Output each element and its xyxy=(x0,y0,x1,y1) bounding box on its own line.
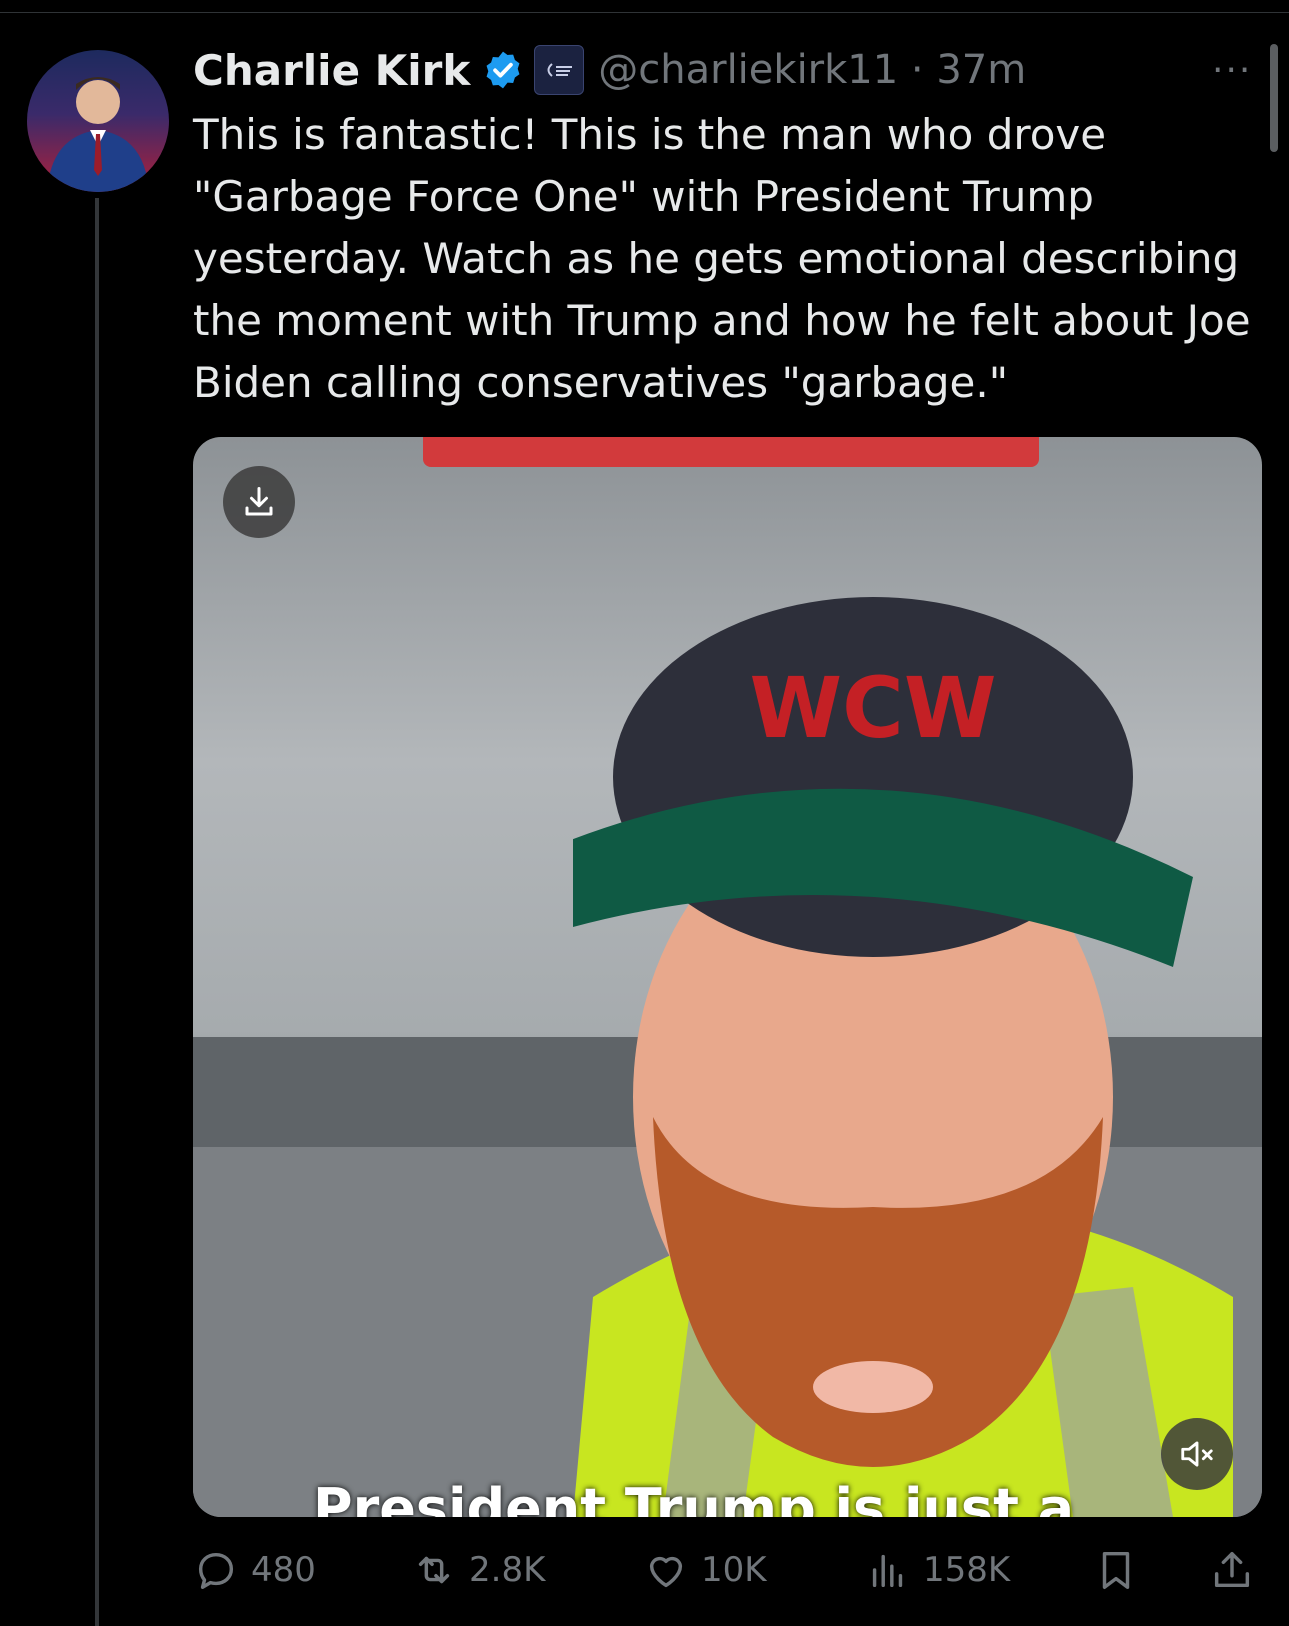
more-options-icon[interactable]: ··· xyxy=(1212,50,1252,91)
bookmark-icon xyxy=(1102,1551,1130,1589)
share-button[interactable] xyxy=(1209,1540,1267,1600)
top-divider xyxy=(0,12,1289,13)
handle-and-time[interactable]: @charliekirk11 · 37m xyxy=(598,47,1026,93)
video-caption: President Trump is just a xyxy=(313,1477,1075,1517)
hat-logo: WCW xyxy=(750,659,997,757)
tweet-header: Charlie Kirk @charliekirk11 · 37m xyxy=(193,40,1026,100)
bookmark-button[interactable] xyxy=(1093,1540,1151,1600)
like-count: 10K xyxy=(701,1550,767,1590)
reply-button[interactable]: 480 xyxy=(193,1540,316,1600)
scrollbar[interactable] xyxy=(1270,44,1278,152)
views-count: 158K xyxy=(923,1550,1011,1590)
video-player[interactable]: WCW President Trump is just a xyxy=(193,437,1262,1517)
affiliation-badge-icon[interactable] xyxy=(534,45,585,95)
views-chart-icon xyxy=(872,1554,903,1588)
download-button[interactable] xyxy=(223,466,295,538)
mute-toggle-button[interactable] xyxy=(1161,1418,1233,1490)
affiliation-logo-icon xyxy=(547,63,573,77)
thread-line xyxy=(95,198,99,1626)
video-top-banner xyxy=(423,437,1039,467)
tweet-actions: 480 2.8K 10K 158K xyxy=(193,1540,1268,1600)
avatar[interactable] xyxy=(27,50,169,192)
tweet-text: This is fantastic! This is the man who d… xyxy=(193,110,1251,407)
avatar-photo xyxy=(47,77,149,192)
download-icon xyxy=(245,487,273,516)
repost-count: 2.8K xyxy=(469,1550,546,1590)
like-button[interactable]: 10K xyxy=(643,1540,767,1600)
muted-speaker-icon xyxy=(1181,1441,1213,1467)
repost-icon xyxy=(418,1556,450,1584)
reply-count: 480 xyxy=(251,1550,316,1590)
heart-icon xyxy=(649,1556,683,1588)
video-subject: WCW xyxy=(573,597,1233,1517)
repost-button[interactable]: 2.8K xyxy=(411,1540,545,1600)
verified-badge-icon xyxy=(486,51,520,89)
views-button[interactable]: 158K xyxy=(865,1540,1010,1600)
share-icon xyxy=(1214,1551,1250,1588)
author-name[interactable]: Charlie Kirk xyxy=(193,46,470,95)
reply-icon xyxy=(198,1552,234,1589)
